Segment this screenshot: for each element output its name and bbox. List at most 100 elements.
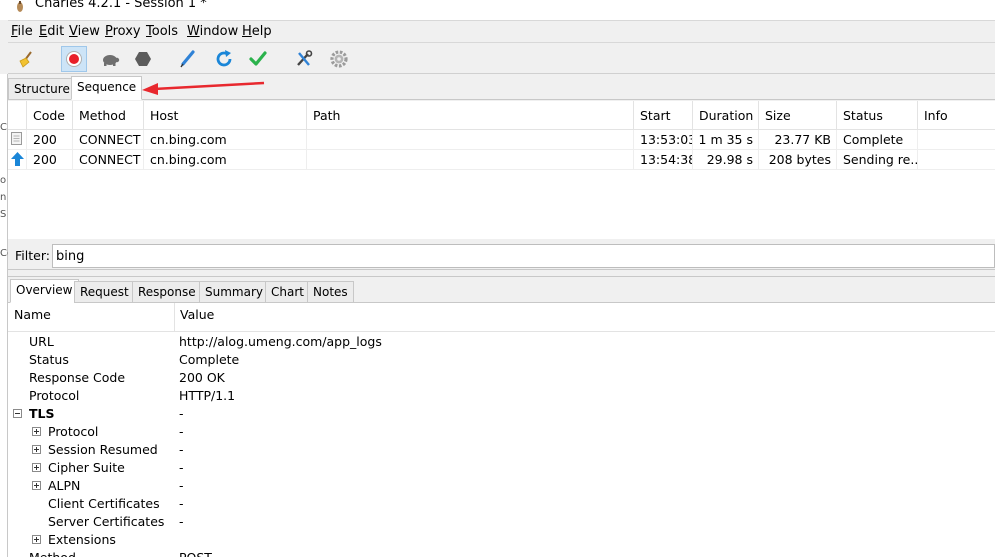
menu-file[interactable]: File (11, 24, 33, 39)
overview-row[interactable]: Protocol HTTP/1.1 (8, 388, 995, 406)
cell-start: 13:53:03 (634, 130, 693, 150)
overview-row-value: Complete (179, 352, 240, 367)
column-header-code[interactable]: Code (27, 101, 73, 130)
overview-row-name: Session Resumed (48, 442, 158, 457)
validate-button[interactable] (245, 46, 271, 72)
filter-input[interactable] (52, 244, 995, 268)
overview-row[interactable]: Extensions (8, 532, 995, 550)
filter-label: Filter: (15, 248, 50, 263)
expand-icon[interactable] (32, 463, 41, 472)
overview-row[interactable]: ALPN - (8, 478, 995, 496)
cell-path (307, 150, 634, 170)
table-row[interactable]: 200 CONNECT cn.bing.com 13:53:03 1 m 35 … (8, 130, 995, 150)
cell-code: 200 (27, 150, 73, 170)
pen-icon (180, 50, 195, 68)
expand-icon[interactable] (32, 445, 41, 454)
overview-header-name[interactable]: Name (14, 307, 51, 322)
overview-row-name: Protocol (29, 388, 80, 403)
left-edge-glyph: o (0, 175, 7, 186)
tools-icon (297, 50, 313, 66)
table-row[interactable]: 200 CONNECT cn.bing.com 13:54:38 29.98 s… (8, 150, 995, 170)
settings-button[interactable] (326, 46, 352, 72)
column-header-method[interactable]: Method (73, 101, 144, 130)
expand-icon[interactable] (32, 427, 41, 436)
tab-overview[interactable]: Overview (10, 279, 79, 303)
menu-tools[interactable]: Tools (146, 24, 178, 39)
tab-chart[interactable]: Chart (265, 281, 310, 303)
clear-session-button[interactable] (14, 46, 40, 72)
cell-status: Sending re... (837, 150, 918, 170)
compose-button[interactable] (175, 46, 201, 72)
cell-status: Complete (837, 130, 918, 150)
toolbar (8, 42, 995, 74)
menu-window[interactable]: Window (187, 24, 238, 39)
tab-summary[interactable]: Summary (199, 281, 269, 303)
splitter[interactable] (8, 271, 995, 277)
expand-icon[interactable] (32, 481, 41, 490)
expand-icon[interactable] (32, 535, 41, 544)
overview-row[interactable]: Response Code 200 OK (8, 370, 995, 388)
header-divider (8, 331, 995, 332)
record-icon (66, 51, 82, 67)
gear-icon (330, 50, 348, 68)
breakpoints-button[interactable] (130, 46, 156, 72)
overview-row-name: Client Certificates (48, 496, 160, 511)
overview-row[interactable]: Protocol - (8, 424, 995, 442)
overview-row[interactable]: Method POST (8, 550, 995, 557)
tab-request[interactable]: Request (74, 281, 135, 303)
menu-proxy[interactable]: Proxy (105, 24, 141, 39)
document-icon (11, 132, 22, 145)
overview-row[interactable]: URL http://alog.umeng.com/app_logs (8, 334, 995, 352)
tab-sequence[interactable]: Sequence (71, 76, 143, 100)
left-edge-panel: C o n S Ce (0, 74, 13, 557)
overview-header-value[interactable]: Value (180, 307, 214, 322)
charles-app-icon (17, 1, 23, 12)
cell-method: CONNECT (73, 150, 144, 170)
cell-code: 200 (27, 130, 73, 150)
column-header-info[interactable]: Info (918, 101, 995, 130)
tab-notes[interactable]: Notes (307, 281, 354, 303)
column-header-size[interactable]: Size (759, 101, 837, 130)
overview-row[interactable]: Client Certificates - (8, 496, 995, 514)
column-header-start[interactable]: Start (634, 101, 693, 130)
menu-edit[interactable]: Edit (39, 24, 64, 39)
cell-info (918, 130, 995, 150)
column-header-path[interactable]: Path (307, 101, 634, 130)
column-header-status[interactable]: Status (837, 101, 918, 130)
throttling-button[interactable] (97, 46, 123, 72)
record-button[interactable] (61, 46, 87, 72)
overview-row[interactable]: Session Resumed - (8, 442, 995, 460)
overview-row-value: - (179, 514, 184, 529)
turtle-icon (103, 55, 120, 66)
overview-row-name: Cipher Suite (48, 460, 125, 475)
repeat-button[interactable] (211, 46, 237, 72)
column-separator (174, 303, 175, 332)
overview-row-value: 200 OK (179, 370, 225, 385)
overview-row-name: Protocol (48, 424, 99, 439)
overview-row[interactable]: Status Complete (8, 352, 995, 370)
overview-row[interactable]: Cipher Suite - (8, 460, 995, 478)
column-header-duration[interactable]: Duration (693, 101, 759, 130)
row-status-cell (8, 130, 27, 150)
tab-structure[interactable]: Structure (8, 78, 76, 100)
overview-row[interactable]: Server Certificates - (8, 514, 995, 532)
collapse-icon[interactable] (13, 409, 22, 418)
upload-arrow-icon (11, 152, 24, 166)
broom-icon (19, 51, 32, 68)
overview-row-value: - (179, 442, 184, 457)
sequence-table: Code Method Host Path Start Duration Siz… (8, 101, 995, 239)
refresh-icon (216, 50, 232, 67)
left-edge-glyph: C (0, 122, 7, 133)
menu-help[interactable]: Help (242, 24, 272, 39)
cell-path (307, 130, 634, 150)
column-header-host[interactable]: Host (144, 101, 307, 130)
overview-row[interactable]: TLS - (8, 406, 995, 424)
overview-row-value: - (179, 460, 184, 475)
menu-view[interactable]: View (69, 24, 100, 39)
overview-row-value: - (179, 478, 184, 493)
tools-button[interactable] (291, 46, 317, 72)
overview-row-name: Server Certificates (48, 514, 165, 529)
cell-size: 23.77 KB (759, 130, 837, 150)
tab-response[interactable]: Response (132, 281, 202, 303)
left-edge-glyph: S (0, 209, 7, 220)
